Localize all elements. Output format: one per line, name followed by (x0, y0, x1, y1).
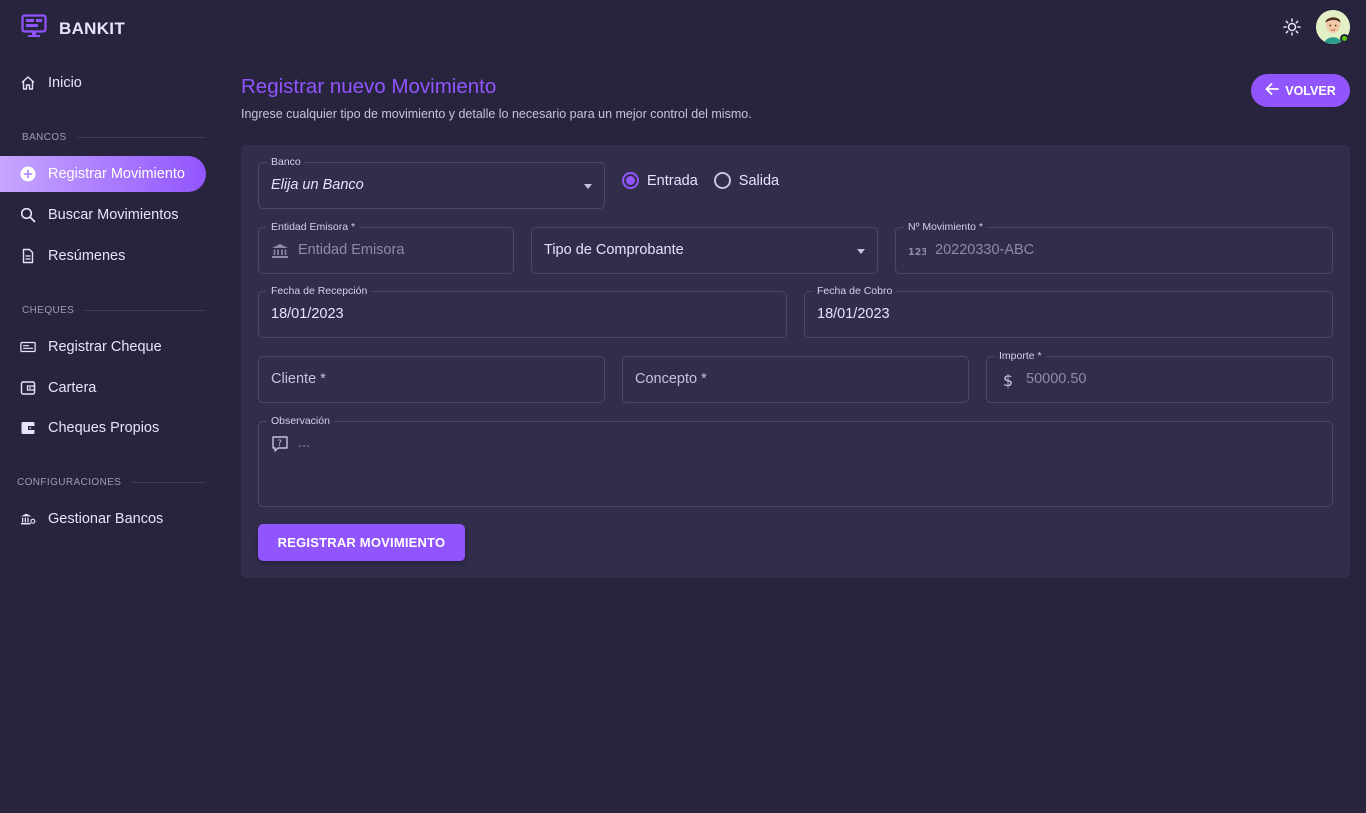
page-subtitle: Ingrese cualquier tipo de movimiento y d… (241, 107, 752, 121)
fecha-recepcion-field[interactable]: Fecha de Recepción 18/01/2023 (258, 284, 787, 338)
chevron-down-icon (857, 249, 865, 254)
brand[interactable]: BANKIT (21, 14, 125, 43)
observacion-field[interactable]: Observación ? ... (258, 414, 1333, 507)
arrow-left-icon (1265, 83, 1280, 98)
radio-salida-label[interactable]: Salida (739, 173, 779, 189)
sidebar-item-label: Cartera (48, 380, 97, 396)
cliente-field[interactable]: Cliente * (258, 356, 605, 403)
sidebar-item-cartera[interactable]: Cartera (0, 370, 206, 406)
sidebar-item-buscar-movimientos[interactable]: Buscar Movimientos (0, 197, 206, 233)
fecha-cobro-input[interactable]: 18/01/2023 (817, 306, 890, 322)
importe-field[interactable]: Importe * $ 50000.50 (986, 349, 1333, 403)
top-bar: BANKIT (0, 0, 1366, 52)
section-title-bancos: BANCOS (0, 130, 206, 144)
comment-question-icon: ? (271, 435, 289, 453)
plus-circle-icon (20, 166, 36, 182)
sidebar-item-label: Buscar Movimientos (48, 207, 179, 223)
tipo-comprobante-value: Tipo de Comprobante (544, 242, 684, 258)
registrar-movimiento-button[interactable]: REGISTRAR MOVIMIENTO (258, 524, 465, 561)
sidebar-item-label: Inicio (48, 75, 82, 91)
sidebar-item-label: Registrar Cheque (48, 339, 162, 355)
wallet-filled-icon (20, 420, 36, 436)
banco-value: Elija un Banco (271, 177, 364, 193)
observacion-input[interactable]: ... (298, 435, 310, 451)
observacion-label: Observación (267, 414, 334, 428)
svg-text:?: ? (277, 439, 282, 449)
nro-movimiento-field[interactable]: Nº Movimiento * 123 20220330-ABC (895, 220, 1333, 274)
back-button-label: VOLVER (1285, 83, 1336, 98)
fecha-recepcion-input[interactable]: 18/01/2023 (271, 306, 344, 322)
sidebar-item-registrar-movimiento[interactable]: Registrar Movimiento (0, 156, 206, 192)
entidad-emisora-input[interactable]: Entidad Emisora (298, 242, 404, 258)
nro-movimiento-label: Nº Movimiento * (904, 220, 988, 234)
radio-entrada[interactable] (622, 172, 639, 189)
entidad-emisora-label: Entidad Emisora * (267, 220, 360, 234)
brand-name: BANKIT (59, 18, 126, 38)
banco-select[interactable]: Banco Elija un Banco (258, 155, 605, 209)
radio-entrada-label[interactable]: Entrada (647, 173, 698, 189)
sidebar-item-inicio[interactable]: Inicio (0, 65, 206, 101)
numeric-123-icon: 123 (908, 242, 926, 260)
entidad-emisora-field[interactable]: Entidad Emisora * Entidad Emisora (258, 220, 514, 274)
movement-type-radio-group: Entrada Salida (622, 172, 779, 189)
search-icon (20, 207, 36, 223)
sidebar-item-registrar-cheque[interactable]: Registrar Cheque (0, 329, 206, 365)
nro-movimiento-input[interactable]: 20220330-ABC (935, 242, 1034, 258)
bank-icon (271, 242, 289, 260)
svg-text:123: 123 (908, 247, 926, 257)
theme-toggle-sun-icon[interactable] (1281, 16, 1303, 38)
fecha-cobro-label: Fecha de Cobro (813, 284, 897, 298)
document-icon (20, 248, 36, 264)
section-title-cheques: CHEQUES (0, 303, 206, 317)
banco-label: Banco (267, 155, 305, 169)
dollar-icon: $ (999, 371, 1017, 389)
chevron-down-icon (584, 184, 592, 189)
cliente-input[interactable]: Cliente * (271, 371, 326, 387)
sidebar-item-cheques-propios[interactable]: Cheques Propios (0, 410, 206, 446)
svg-text:$: $ (1003, 371, 1013, 389)
back-button[interactable]: VOLVER (1251, 74, 1350, 107)
tipo-comprobante-select[interactable]: Tipo de Comprobante (531, 227, 878, 274)
page-title: Registrar nuevo Movimiento (241, 75, 497, 98)
concepto-field[interactable]: Concepto * (622, 356, 969, 403)
wallet-icon (20, 380, 36, 396)
sidebar-item-label: Registrar Movimiento (48, 166, 185, 182)
sidebar-item-resumenes[interactable]: Resúmenes (0, 238, 206, 274)
section-title-configuraciones: CONFIGURACIONES (0, 475, 206, 489)
radio-salida[interactable] (713, 172, 731, 189)
importe-input[interactable]: 50000.50 (1026, 371, 1086, 387)
sidebar-item-gestionar-bancos[interactable]: Gestionar Bancos (0, 501, 206, 537)
home-icon (20, 75, 36, 91)
online-status-badge (1340, 34, 1349, 43)
sidebar-item-label: Gestionar Bancos (48, 511, 164, 527)
fecha-recepcion-label: Fecha de Recepción (267, 284, 372, 298)
fecha-cobro-field[interactable]: Fecha de Cobro 18/01/2023 (804, 284, 1333, 338)
monitor-logo-icon (21, 14, 47, 43)
check-card-icon (20, 339, 36, 355)
importe-label: Importe * (995, 349, 1046, 363)
sidebar-item-label: Cheques Propios (48, 420, 160, 436)
concepto-input[interactable]: Concepto * (635, 371, 707, 387)
bank-settings-icon (20, 511, 36, 527)
sidebar-item-label: Resúmenes (48, 248, 126, 264)
